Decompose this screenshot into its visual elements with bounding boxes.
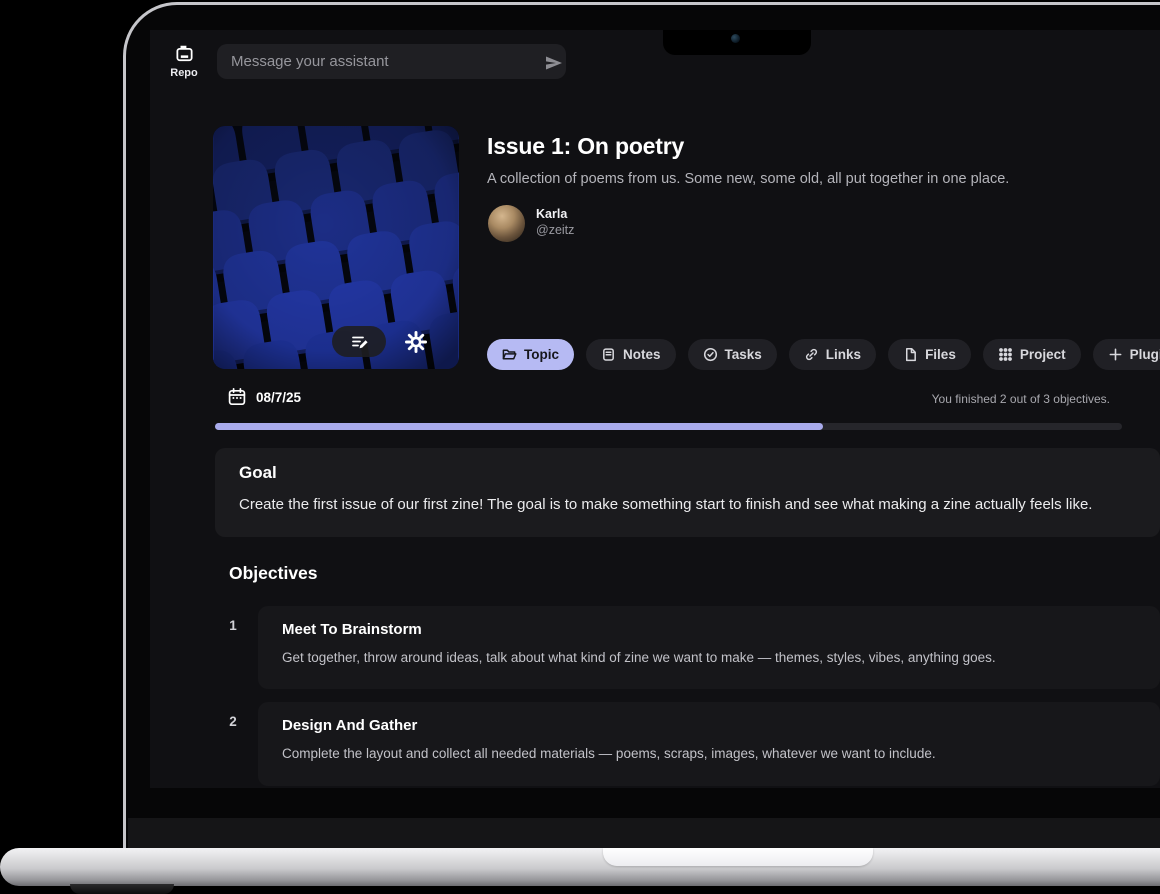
- compose-icon: [350, 333, 369, 351]
- author-handle: @zeitz: [536, 223, 574, 237]
- progress-bar-fill: [215, 423, 823, 430]
- folder-icon: [502, 347, 517, 362]
- objective-title: Design And Gather: [282, 717, 1136, 734]
- webcam-icon: [731, 34, 740, 43]
- date-row: 08/7/25: [227, 387, 301, 407]
- note-icon: [601, 347, 616, 362]
- objective-number: 2: [223, 714, 243, 729]
- camera-notch: [663, 30, 811, 55]
- laptop-scene: Repo: [0, 0, 1160, 894]
- goal-heading: Goal: [239, 463, 1136, 483]
- plus-icon: [1108, 347, 1123, 362]
- assistant-message-input[interactable]: [217, 44, 566, 79]
- objective-description: Complete the layout and collect all need…: [282, 746, 1136, 761]
- tab-links[interactable]: Links: [789, 339, 876, 370]
- objective-card-2[interactable]: Design And Gather Complete the layout an…: [258, 702, 1160, 786]
- file-icon: [903, 347, 918, 362]
- check-circle-icon: [703, 347, 718, 362]
- app-window: Repo: [150, 30, 1160, 788]
- tab-files[interactable]: Files: [888, 339, 971, 370]
- tab-topic[interactable]: Topic: [487, 339, 574, 370]
- objectives-heading: Objectives: [229, 563, 318, 584]
- objective-number: 1: [223, 618, 243, 633]
- edit-cover-button[interactable]: [332, 326, 386, 357]
- cover-image-theater-seats: [213, 126, 459, 369]
- goal-body: Create the first issue of our first zine…: [239, 496, 1136, 513]
- progress-bar: [215, 423, 1122, 430]
- repo-icon: [174, 43, 195, 64]
- tab-bar: Topic Notes Tasks Links: [487, 339, 1160, 370]
- laptop-foot: [70, 884, 174, 894]
- tab-plugin[interactable]: Plugin: [1093, 339, 1160, 370]
- link-icon: [804, 347, 819, 362]
- calendar-icon: [227, 387, 247, 407]
- date-value: 08/7/25: [256, 390, 301, 405]
- send-icon: [542, 51, 566, 75]
- repo-button[interactable]: Repo: [160, 43, 208, 79]
- tab-tasks[interactable]: Tasks: [688, 339, 777, 370]
- settings-button[interactable]: [401, 327, 431, 357]
- tab-project[interactable]: Project: [983, 339, 1081, 370]
- grid-icon: [998, 347, 1013, 362]
- objective-card-1[interactable]: Meet To Brainstorm Get together, throw a…: [258, 606, 1160, 689]
- send-button[interactable]: [542, 51, 566, 75]
- gear-icon: [405, 331, 427, 353]
- progress-status-text: You finished 2 out of 3 objectives.: [932, 392, 1110, 406]
- objective-description: Get together, throw around ideas, talk a…: [282, 650, 1136, 665]
- goal-card: Goal Create the first issue of our first…: [215, 448, 1160, 537]
- laptop-base: [0, 848, 1160, 886]
- page-description: A collection of poems from us. Some new,…: [487, 171, 1009, 187]
- laptop-lid-scoop: [603, 848, 873, 866]
- avatar: [488, 205, 525, 242]
- tab-notes[interactable]: Notes: [586, 339, 676, 370]
- laptop-hinge: [128, 818, 1160, 848]
- objective-title: Meet To Brainstorm: [282, 621, 1136, 638]
- author-name: Karla: [536, 207, 567, 221]
- repo-label: Repo: [160, 67, 208, 79]
- page-title: Issue 1: On poetry: [487, 133, 684, 160]
